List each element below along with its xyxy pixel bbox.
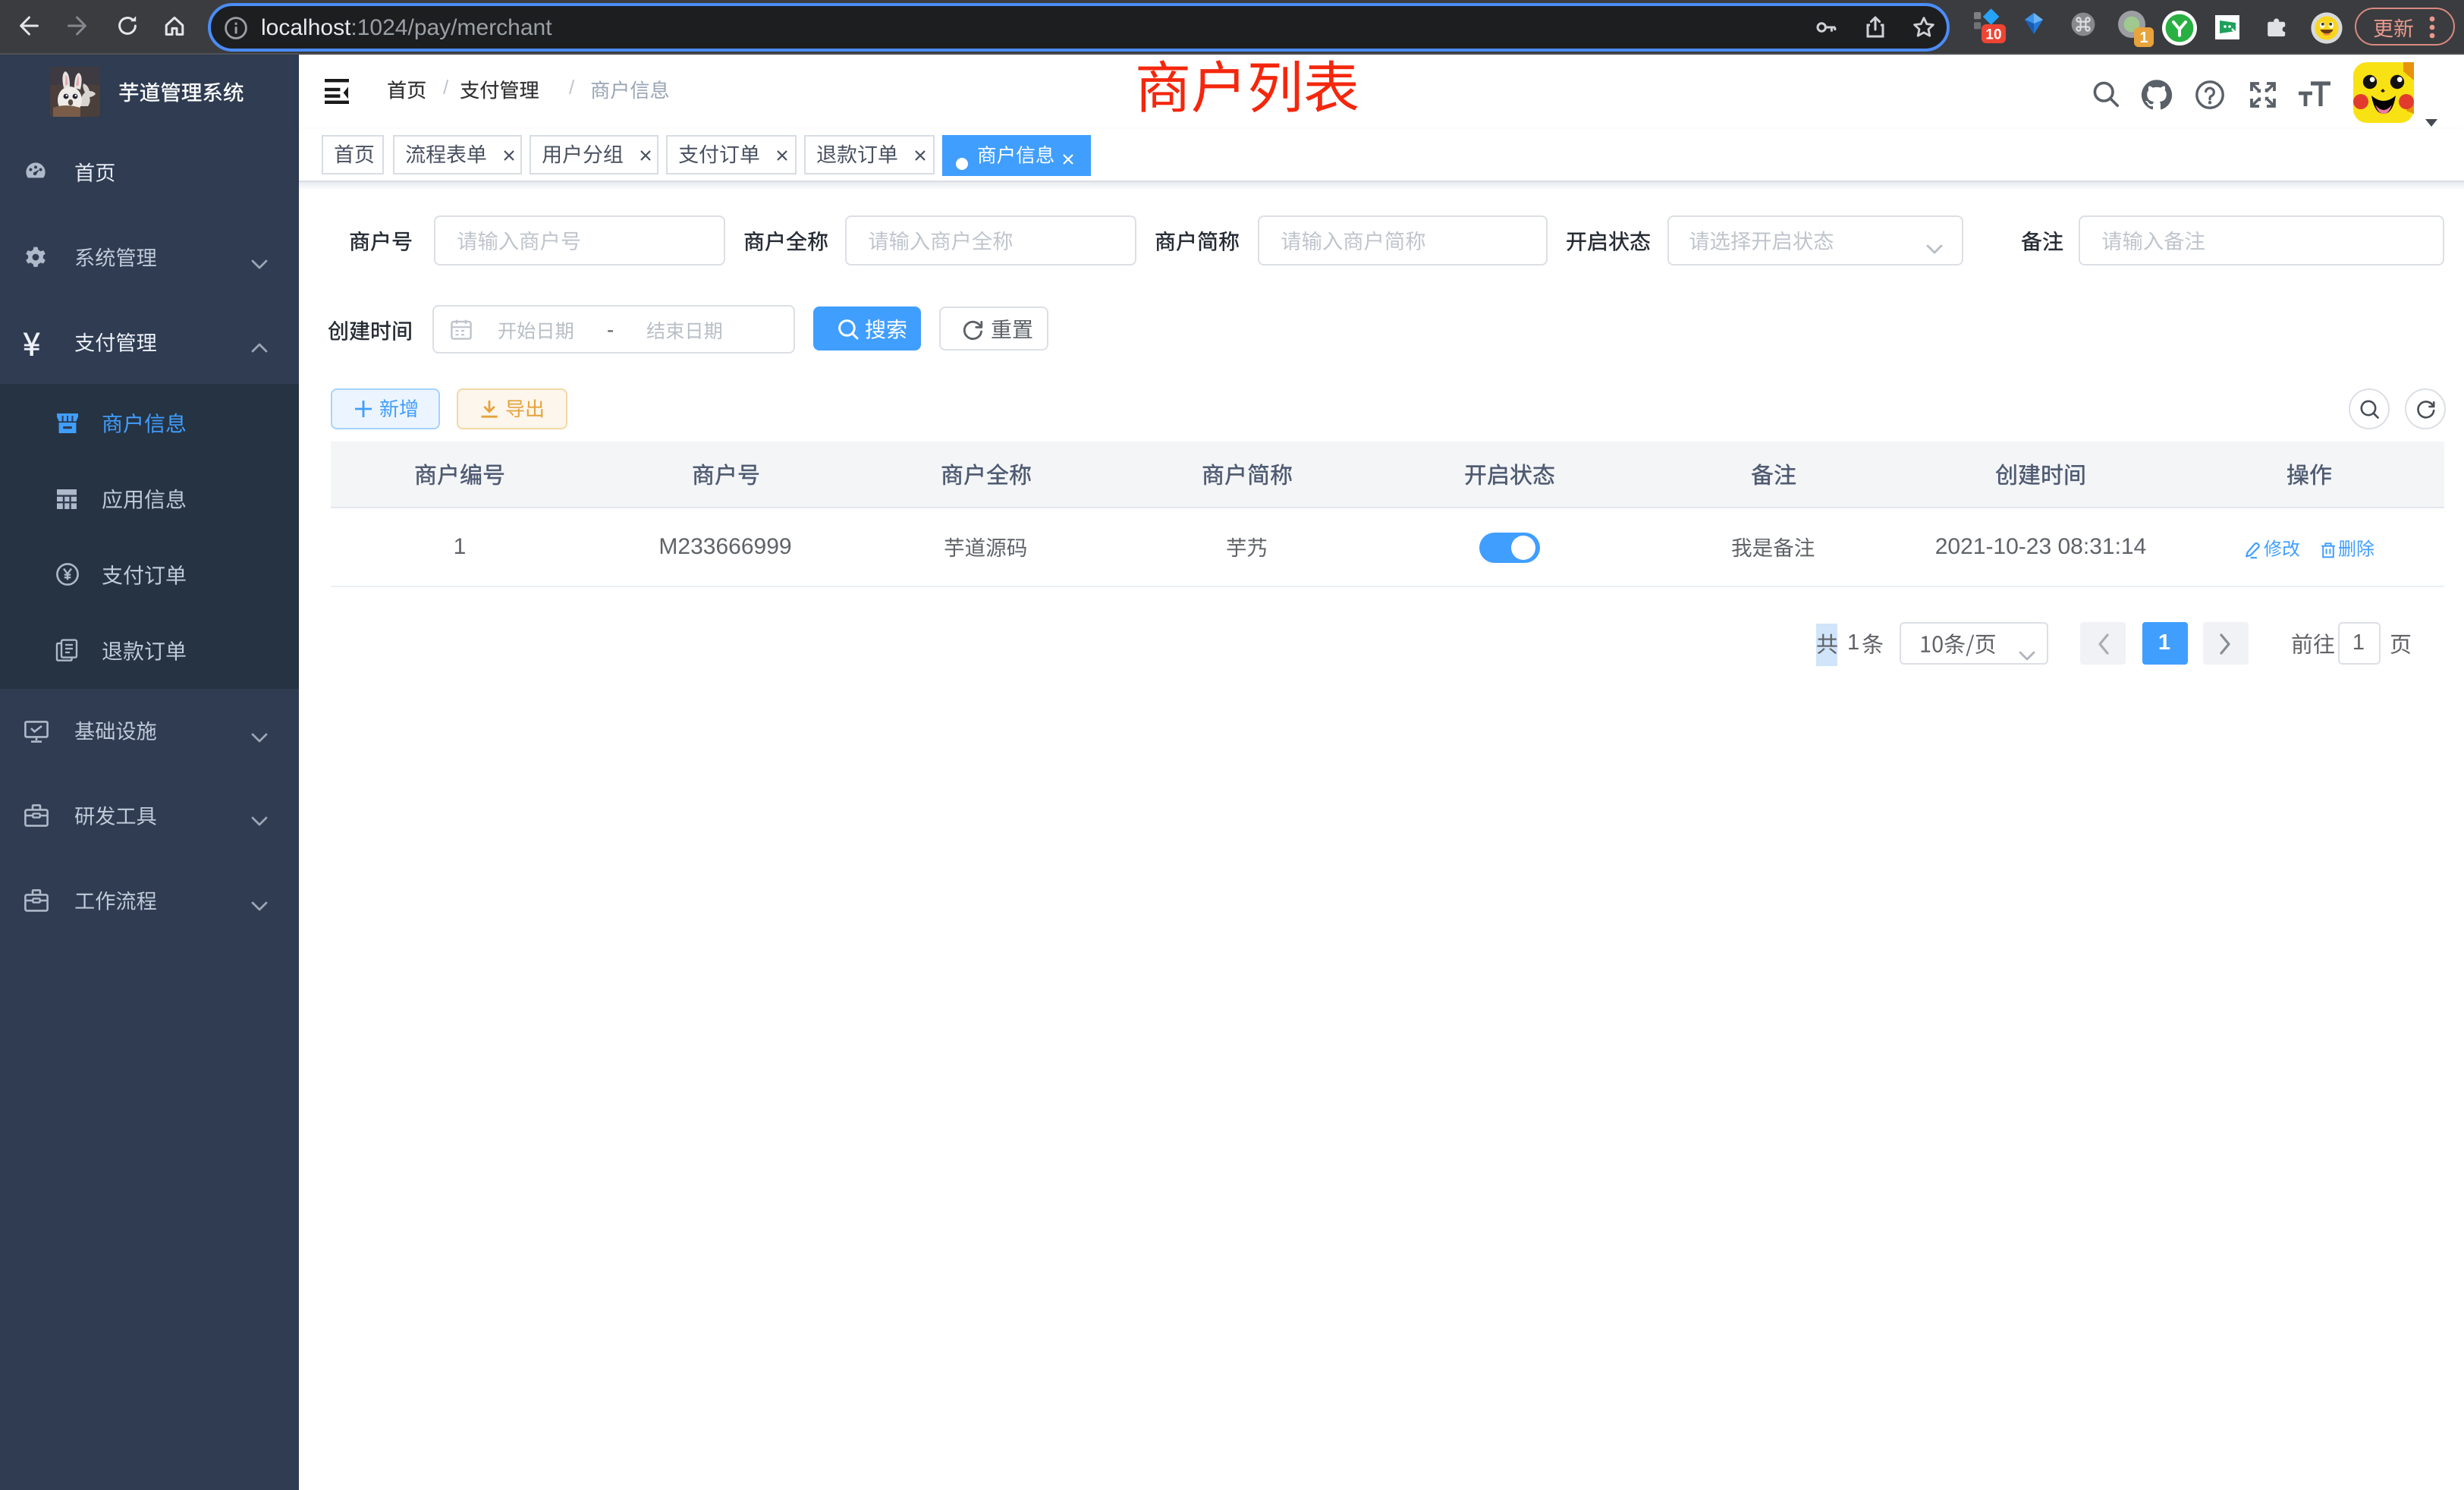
svg-text:1: 1 — [2139, 30, 2148, 46]
svg-text:10: 10 — [1985, 27, 2001, 43]
